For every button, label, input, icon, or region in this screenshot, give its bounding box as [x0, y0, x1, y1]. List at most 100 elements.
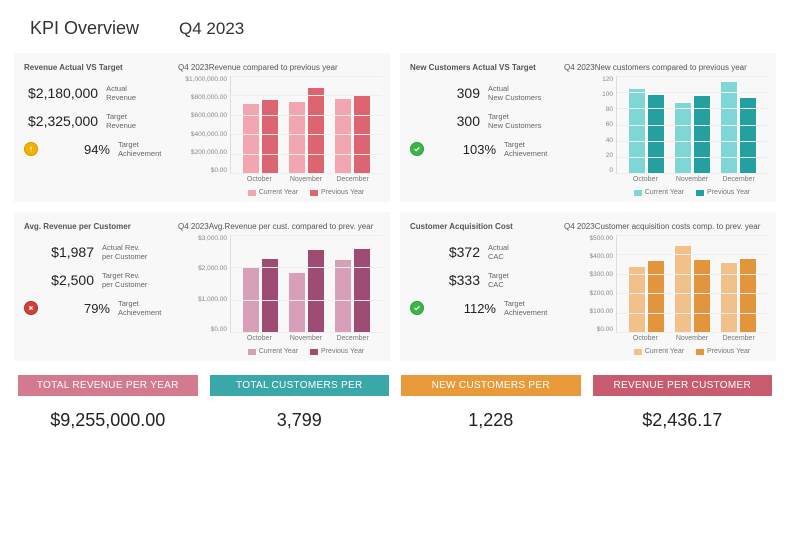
- x-tick-label: October: [239, 176, 279, 183]
- chart-title: Q4 2023New customers compared to previou…: [564, 63, 768, 72]
- chart-title: Q4 2023Revenue compared to previous year: [178, 63, 382, 72]
- total-card: REVENUE PER CUSTOMER $2,436.17: [593, 375, 773, 445]
- stats-title: Avg. Revenue per Customer: [24, 222, 174, 231]
- status-ok-icon: [410, 142, 424, 156]
- x-axis: OctoberNovemberDecember: [230, 333, 382, 342]
- achievement-label: TargetAchievement: [118, 140, 161, 158]
- chart-plot: [230, 235, 382, 333]
- chart-plot: [616, 235, 768, 333]
- chart-bar: [308, 88, 324, 173]
- kpi-chart: Q4 2023Avg.Revenue per cust. compared to…: [178, 222, 382, 355]
- total-value: 3,799: [210, 396, 390, 445]
- chart-bar: [740, 259, 756, 332]
- x-tick-label: October: [625, 176, 665, 183]
- bar-group: [333, 249, 373, 332]
- actual-row: 309 ActualNew Customers: [410, 84, 560, 102]
- y-axis: $3,000.00$2,000.00$1,000.00$0.00: [178, 235, 230, 333]
- x-tick-label: October: [625, 335, 665, 342]
- total-banner: TOTAL REVENUE PER YEAR: [18, 375, 198, 396]
- actual-value: $372: [414, 244, 488, 260]
- y-axis: 120100806040200: [564, 76, 616, 174]
- kpi-stats: Revenue Actual VS Target $2,180,000 Actu…: [24, 63, 174, 196]
- actual-row: $1,987 Actual Rev.per Customer: [24, 243, 174, 261]
- target-value: 300: [414, 113, 488, 129]
- kpi-panels: Revenue Actual VS Target $2,180,000 Actu…: [0, 53, 790, 361]
- achievement-value: 94%: [44, 142, 118, 157]
- kpi-chart: Q4 2023New customers compared to previou…: [564, 63, 768, 196]
- total-banner: NEW CUSTOMERS PER: [401, 375, 581, 396]
- x-axis: OctoberNovemberDecember: [230, 174, 382, 183]
- legend-item: Current Year: [634, 348, 684, 355]
- period-label: Q4 2023: [179, 19, 244, 39]
- actual-label: ActualNew Customers: [488, 84, 541, 102]
- achievement-row: 112% TargetAchievement: [410, 299, 560, 317]
- chart-bar: [289, 273, 305, 332]
- target-value: $2,500: [28, 272, 102, 288]
- chart-area: $500.00$400.00$300.00$200.00$100.00$0.00: [564, 235, 768, 333]
- chart-bar: [262, 259, 278, 333]
- total-value: $2,436.17: [593, 396, 773, 445]
- chart-bar: [629, 267, 645, 332]
- legend-item: Previous Year: [696, 189, 750, 196]
- dashboard-header: KPI Overview Q4 2023: [0, 0, 790, 53]
- chart-bar: [354, 249, 370, 332]
- actual-row: $2,180,000 ActualRevenue: [24, 84, 174, 102]
- chart-legend: Current YearPrevious Year: [230, 348, 382, 355]
- legend-item: Previous Year: [310, 189, 364, 196]
- x-tick-label: November: [672, 176, 712, 183]
- x-tick-label: November: [286, 335, 326, 342]
- total-card: NEW CUSTOMERS PER 1,228: [401, 375, 581, 445]
- bar-group: [672, 246, 712, 332]
- chart-area: 120100806040200: [564, 76, 768, 174]
- kpi-stats: New Customers Actual VS Target 309 Actua…: [410, 63, 560, 196]
- achievement-label: TargetAchievement: [504, 140, 547, 158]
- total-value: 1,228: [401, 396, 581, 445]
- target-label: TargetCAC: [488, 271, 509, 289]
- x-tick-label: December: [719, 176, 759, 183]
- achievement-value: 112%: [430, 301, 504, 316]
- chart-bar: [629, 89, 645, 173]
- y-axis: $1,000,000.00$800,000.00$600,000.00$400,…: [178, 76, 230, 174]
- bar-group: [286, 88, 326, 173]
- status-bad-icon: [24, 301, 38, 315]
- chart-bar: [335, 99, 351, 173]
- stats-title: Revenue Actual VS Target: [24, 63, 174, 72]
- actual-value: $2,180,000: [28, 85, 106, 101]
- kpi-stats: Customer Acquisition Cost $372 ActualCAC…: [410, 222, 560, 355]
- bar-group: [719, 82, 759, 173]
- legend-item: Previous Year: [310, 348, 364, 355]
- chart-area: $3,000.00$2,000.00$1,000.00$0.00: [178, 235, 382, 333]
- x-tick-label: December: [333, 176, 373, 183]
- chart-bar: [721, 82, 737, 173]
- achievement-value: 103%: [430, 142, 504, 157]
- chart-bar: [675, 103, 691, 173]
- total-card: TOTAL REVENUE PER YEAR $9,255,000.00: [18, 375, 198, 445]
- bar-group: [240, 100, 280, 173]
- x-axis: October November December: [616, 174, 768, 183]
- chart-bar: [308, 250, 324, 332]
- target-row: $2,500 Target Rev.per Customer: [24, 271, 174, 289]
- target-label: TargetRevenue: [106, 112, 136, 130]
- legend-item: Current Year: [634, 189, 684, 196]
- y-axis: $500.00$400.00$300.00$200.00$100.00$0.00: [564, 235, 616, 333]
- kpi-panel: New Customers Actual VS Target 309 Actua…: [400, 53, 776, 202]
- target-row: 300 TargetNew Customers: [410, 112, 560, 130]
- bar-group: [240, 259, 280, 333]
- chart-area: $1,000,000.00$800,000.00$600,000.00$400,…: [178, 76, 382, 174]
- page-title: KPI Overview: [30, 18, 139, 39]
- actual-value: $1,987: [28, 244, 102, 260]
- x-axis: OctoberNovemberDecember: [616, 333, 768, 342]
- kpi-chart: Q4 2023Revenue compared to previous year…: [178, 63, 382, 196]
- bar-group: [286, 250, 326, 332]
- achievement-row: 94% TargetAchievement: [24, 140, 174, 158]
- target-value: $333: [414, 272, 488, 288]
- bar-group: [719, 259, 759, 332]
- actual-row: $372 ActualCAC: [410, 243, 560, 261]
- achievement-label: TargetAchievement: [118, 299, 161, 317]
- total-value: $9,255,000.00: [18, 396, 198, 445]
- kpi-panel: Avg. Revenue per Customer $1,987 Actual …: [14, 212, 390, 361]
- chart-legend: Current Year Previous Year: [616, 189, 768, 196]
- chart-bar: [675, 246, 691, 332]
- chart-bar: [648, 261, 664, 332]
- total-banner: REVENUE PER CUSTOMER: [593, 375, 773, 396]
